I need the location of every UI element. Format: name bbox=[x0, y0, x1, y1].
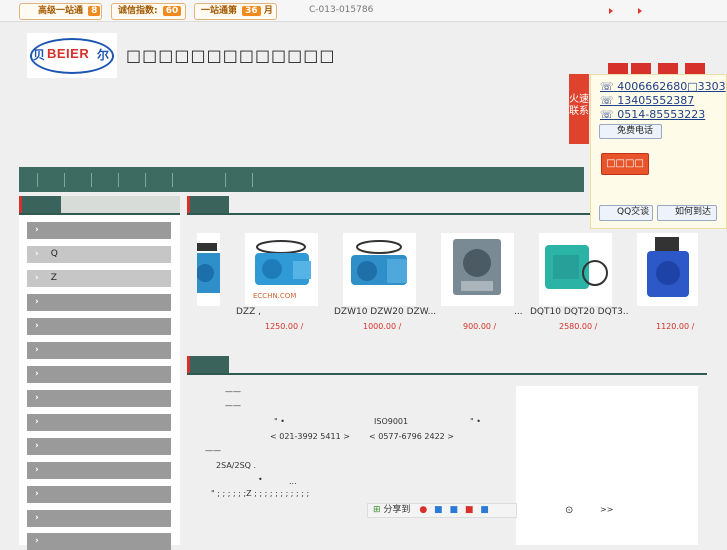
phone-number[interactable]: ☏ 0514-85553223 bbox=[600, 108, 705, 121]
phone-number[interactable]: ☏ 13405552387 bbox=[600, 94, 694, 107]
nav-divider bbox=[172, 173, 173, 187]
sidebar-item[interactable]: › bbox=[27, 318, 171, 335]
sidebar-item[interactable]: › bbox=[27, 390, 171, 407]
nav-divider bbox=[91, 173, 92, 187]
about-text: ... bbox=[289, 477, 297, 486]
top-link-arrow-icon[interactable] bbox=[638, 8, 642, 14]
phone-number[interactable]: ☏ 4006662680□3303 bbox=[600, 80, 726, 93]
sidebar-item[interactable]: › bbox=[27, 486, 171, 503]
product-price: 1250.00 / bbox=[265, 322, 304, 331]
top-link-arrow-icon[interactable] bbox=[609, 8, 613, 14]
product-name[interactable]: DZZ , bbox=[236, 307, 261, 317]
product-price: 2580.00 / bbox=[559, 322, 598, 331]
product-name[interactable]: ... bbox=[514, 307, 523, 317]
share-bar: ⊞ 分享到 ● ■ ■ ■ ■ bbox=[367, 503, 517, 518]
about-text: ISO9001 bbox=[374, 417, 409, 426]
product-price: 1000.00 / bbox=[363, 322, 402, 331]
product-name[interactable]: DQT10 DQT20 DQT3.. bbox=[530, 307, 629, 317]
qzone-icon[interactable]: ■ bbox=[434, 505, 443, 515]
sidebar-item[interactable]: › bbox=[27, 533, 171, 550]
about-text: • bbox=[258, 475, 263, 484]
company-name: □□□□□□□□□□□□□ bbox=[126, 46, 336, 65]
sidebar-item[interactable]: › Z bbox=[27, 270, 171, 287]
products-header-tab bbox=[187, 196, 229, 213]
svg-text:ECCHN.COM: ECCHN.COM bbox=[253, 292, 296, 300]
sidebar-item[interactable]: › bbox=[27, 366, 171, 383]
contact-submit-button[interactable]: □□□□ bbox=[601, 153, 649, 175]
membership-years-badge[interactable]: 一站通第 36 月 bbox=[194, 3, 277, 20]
product-image[interactable] bbox=[637, 233, 698, 306]
product-image[interactable] bbox=[441, 233, 514, 306]
top-phone: C-013-015786 bbox=[309, 5, 374, 15]
product-image[interactable]: ECCHN.COM bbox=[245, 233, 318, 306]
product-category-sidebar: › › Q › Z › › › › › › › › › › › bbox=[19, 215, 180, 550]
product-name[interactable]: DZW10 DZW20 DZW... bbox=[334, 307, 436, 317]
vip-badge[interactable]: 高级一站通 8 bbox=[19, 3, 102, 20]
about-text: 2SA/2SQ . bbox=[216, 461, 257, 470]
product-image[interactable] bbox=[343, 233, 416, 306]
douban-icon[interactable]: ■ bbox=[480, 505, 489, 515]
main-nav bbox=[19, 167, 584, 192]
about-phone: < 021-3992 5411 > bbox=[270, 432, 350, 441]
about-text: —— bbox=[225, 387, 241, 396]
about-text: " ; ; ; ; ; ;Z ; ; ; ; ; ; ; ; ; ; ; bbox=[211, 489, 310, 498]
directions-button[interactable]: 如何到达 bbox=[657, 205, 717, 221]
credit-index-badge[interactable]: 诚信指数: 60 bbox=[111, 3, 186, 20]
nav-divider bbox=[225, 173, 226, 187]
about-text: —— bbox=[225, 401, 241, 410]
about-text: —— bbox=[205, 446, 221, 455]
about-phone: < 0577-6796 2422 > bbox=[369, 432, 454, 441]
renren-icon[interactable]: ■ bbox=[465, 505, 474, 515]
free-call-button[interactable]: 免费电话 bbox=[599, 124, 662, 139]
about-image-box bbox=[516, 386, 698, 545]
sidebar-header bbox=[19, 196, 180, 215]
slider-play-icon[interactable]: ⊙ bbox=[565, 505, 573, 516]
sidebar-header-tab bbox=[19, 196, 61, 213]
weibo-icon[interactable]: ● bbox=[419, 505, 427, 515]
sidebar-item[interactable]: › bbox=[27, 510, 171, 527]
qq-chat-button[interactable]: QQ交谈 bbox=[599, 205, 653, 221]
product-price: 1120.00 / bbox=[656, 322, 695, 331]
sidebar-item[interactable]: › bbox=[27, 462, 171, 479]
company-logo[interactable]: 贝 BEIER 尔 bbox=[27, 33, 117, 78]
contact-tab[interactable]: 火速联系 bbox=[569, 74, 589, 144]
sidebar-item[interactable]: › bbox=[27, 342, 171, 359]
nav-divider bbox=[145, 173, 146, 187]
product-image[interactable] bbox=[197, 233, 220, 306]
nav-divider bbox=[118, 173, 119, 187]
top-bar: 高级一站通 8 诚信指数: 60 一站通第 36 月 C-013-015786 bbox=[0, 0, 727, 22]
about-text: " • bbox=[274, 417, 285, 426]
contact-panel: ☏ 4006662680□3303 ☏ 13405552387 ☏ 0514-8… bbox=[590, 74, 727, 229]
more-link[interactable]: >> bbox=[600, 505, 613, 514]
about-header bbox=[187, 356, 707, 375]
phone-icon: ☏ bbox=[600, 108, 614, 121]
about-header-tab bbox=[187, 356, 229, 373]
sidebar-item[interactable]: › bbox=[27, 294, 171, 311]
nav-divider bbox=[252, 173, 253, 187]
tencent-weibo-icon[interactable]: ■ bbox=[449, 505, 458, 515]
nav-divider bbox=[64, 173, 65, 187]
product-image[interactable] bbox=[539, 233, 612, 306]
product-price: 900.00 / bbox=[463, 322, 497, 331]
sidebar-item[interactable]: › Q bbox=[27, 246, 171, 263]
phone-icon: ☏ bbox=[600, 94, 614, 107]
sidebar-item[interactable]: › bbox=[27, 438, 171, 455]
phone-icon: ☏ bbox=[600, 80, 614, 93]
about-text: " • bbox=[470, 417, 481, 426]
nav-divider bbox=[37, 173, 38, 187]
share-plus-icon[interactable]: ⊞ bbox=[373, 505, 381, 515]
sidebar-item[interactable]: › bbox=[27, 414, 171, 431]
sidebar-item[interactable]: › bbox=[27, 222, 171, 239]
